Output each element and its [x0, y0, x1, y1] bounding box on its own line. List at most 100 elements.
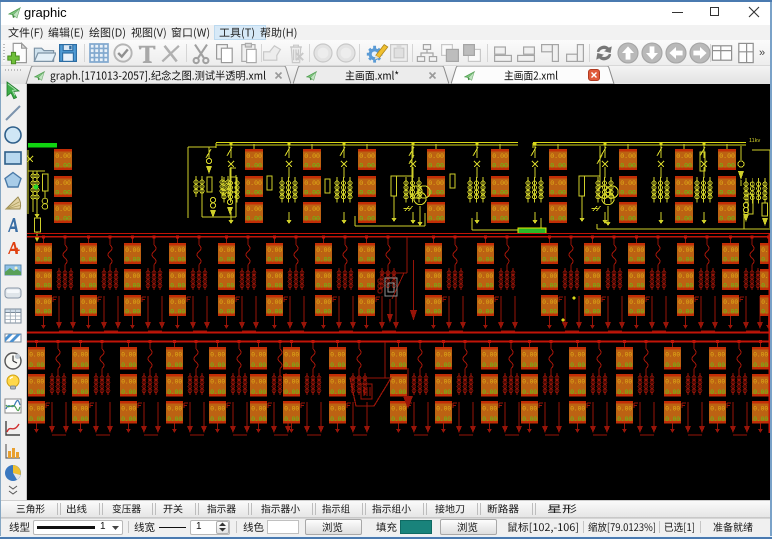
svg-text:0.00: 0.00 — [436, 416, 451, 423]
svg-text:0.00: 0.00 — [219, 247, 234, 254]
svg-text:0.00: 0.00 — [284, 405, 299, 412]
svg-text:0.00: 0.00 — [246, 180, 262, 187]
svg-text:0.00: 0.00 — [210, 389, 225, 396]
svg-text:0.00: 0.00 — [492, 215, 508, 222]
svg-text:0.00: 0.00 — [36, 282, 51, 289]
svg-text:0.00: 0.00 — [316, 247, 331, 254]
svg-text:0.00: 0.00 — [210, 351, 225, 358]
svg-text:0.00: 0.00 — [304, 206, 320, 213]
svg-text:0.00: 0.00 — [36, 273, 51, 280]
svg-text:0.00: 0.00 — [542, 273, 557, 280]
svg-text:0.00: 0.00 — [125, 308, 140, 315]
svg-text:0.00: 0.00 — [620, 189, 636, 196]
svg-text:0.00: 0.00 — [428, 162, 444, 169]
svg-text:0.00: 0.00 — [719, 180, 735, 187]
svg-text:0.00: 0.00 — [330, 416, 345, 423]
svg-text:0.00: 0.00 — [761, 282, 772, 289]
svg-text:0.00: 0.00 — [210, 405, 225, 412]
svg-text:0.00: 0.00 — [81, 273, 96, 280]
svg-text:0.00: 0.00 — [251, 378, 266, 385]
svg-text:0.00: 0.00 — [219, 282, 234, 289]
svg-text:0.00: 0.00 — [522, 389, 537, 396]
svg-text:0.00: 0.00 — [29, 351, 44, 358]
svg-text:0.00: 0.00 — [570, 351, 585, 358]
svg-text:0.00: 0.00 — [210, 378, 225, 385]
svg-text:0.00: 0.00 — [585, 299, 600, 306]
svg-text:0.00: 0.00 — [629, 247, 644, 254]
svg-text:0.00: 0.00 — [359, 206, 375, 213]
svg-text:0.00: 0.00 — [482, 405, 497, 412]
svg-text:0.00: 0.00 — [550, 162, 566, 169]
svg-text:0.00: 0.00 — [36, 247, 51, 254]
svg-text:0.00: 0.00 — [753, 362, 768, 369]
svg-text:0.00: 0.00 — [676, 206, 692, 213]
svg-text:0.00: 0.00 — [246, 215, 262, 222]
svg-text:0.00: 0.00 — [482, 351, 497, 358]
svg-text:0.00: 0.00 — [359, 162, 375, 169]
svg-text:0.00: 0.00 — [29, 362, 44, 369]
svg-text:0.00: 0.00 — [629, 282, 644, 289]
svg-text:0.00: 0.00 — [542, 247, 557, 254]
svg-text:0.00: 0.00 — [359, 215, 375, 222]
svg-text:0.00: 0.00 — [723, 282, 738, 289]
svg-text:0.00: 0.00 — [167, 416, 182, 423]
svg-text:0.00: 0.00 — [29, 378, 44, 385]
svg-text:0.00: 0.00 — [125, 273, 140, 280]
svg-text:0.00: 0.00 — [550, 206, 566, 213]
svg-text:0.00: 0.00 — [761, 308, 772, 315]
svg-text:0.00: 0.00 — [121, 416, 136, 423]
svg-text:0.00: 0.00 — [678, 256, 693, 263]
svg-text:0.00: 0.00 — [492, 180, 508, 187]
svg-text:0.00: 0.00 — [428, 206, 444, 213]
svg-text:0.00: 0.00 — [550, 189, 566, 196]
svg-text:0.00: 0.00 — [478, 256, 493, 263]
svg-text:0.00: 0.00 — [665, 362, 680, 369]
svg-text:0.00: 0.00 — [55, 215, 71, 222]
svg-text:0.00: 0.00 — [81, 256, 96, 263]
svg-text:0.00: 0.00 — [167, 362, 182, 369]
svg-text:0.00: 0.00 — [251, 416, 266, 423]
svg-text:0.00: 0.00 — [570, 378, 585, 385]
svg-text:0.00: 0.00 — [330, 389, 345, 396]
svg-text:0.00: 0.00 — [482, 378, 497, 385]
svg-text:0.00: 0.00 — [121, 378, 136, 385]
svg-text:0.00: 0.00 — [629, 256, 644, 263]
svg-text:0.00: 0.00 — [761, 256, 772, 263]
svg-text:0.00: 0.00 — [710, 362, 725, 369]
svg-text:0.00: 0.00 — [617, 351, 632, 358]
svg-text:0.00: 0.00 — [125, 299, 140, 306]
svg-text:0.00: 0.00 — [436, 389, 451, 396]
svg-text:0.00: 0.00 — [304, 153, 320, 160]
svg-text:0.00: 0.00 — [267, 308, 282, 315]
svg-text:0.00: 0.00 — [29, 416, 44, 423]
svg-text:0.00: 0.00 — [219, 273, 234, 280]
svg-text:0.00: 0.00 — [359, 282, 374, 289]
svg-text:0.00: 0.00 — [570, 416, 585, 423]
svg-text:0.00: 0.00 — [753, 351, 768, 358]
svg-text:0.00: 0.00 — [36, 256, 51, 263]
svg-text:0.00: 0.00 — [304, 189, 320, 196]
svg-text:0.00: 0.00 — [665, 416, 680, 423]
svg-text:0.00: 0.00 — [678, 308, 693, 315]
svg-text:0.00: 0.00 — [719, 206, 735, 213]
svg-text:0.00: 0.00 — [284, 351, 299, 358]
svg-text:0.00: 0.00 — [426, 282, 441, 289]
svg-text:0.00: 0.00 — [710, 351, 725, 358]
svg-text:0.00: 0.00 — [522, 416, 537, 423]
svg-text:0.00: 0.00 — [267, 299, 282, 306]
svg-text:0.00: 0.00 — [170, 247, 185, 254]
svg-text:0.00: 0.00 — [522, 351, 537, 358]
svg-text:0.00: 0.00 — [436, 405, 451, 412]
svg-text:0.00: 0.00 — [710, 378, 725, 385]
svg-text:0.00: 0.00 — [29, 389, 44, 396]
svg-text:0.00: 0.00 — [267, 247, 282, 254]
svg-text:0.00: 0.00 — [665, 351, 680, 358]
svg-text:0.00: 0.00 — [426, 273, 441, 280]
svg-text:0.00: 0.00 — [585, 282, 600, 289]
svg-text:0.00: 0.00 — [170, 299, 185, 306]
svg-text:0.00: 0.00 — [391, 378, 406, 385]
svg-text:0.00: 0.00 — [73, 351, 88, 358]
svg-text:0.00: 0.00 — [55, 180, 71, 187]
svg-text:0.00: 0.00 — [81, 308, 96, 315]
svg-text:0.00: 0.00 — [482, 416, 497, 423]
